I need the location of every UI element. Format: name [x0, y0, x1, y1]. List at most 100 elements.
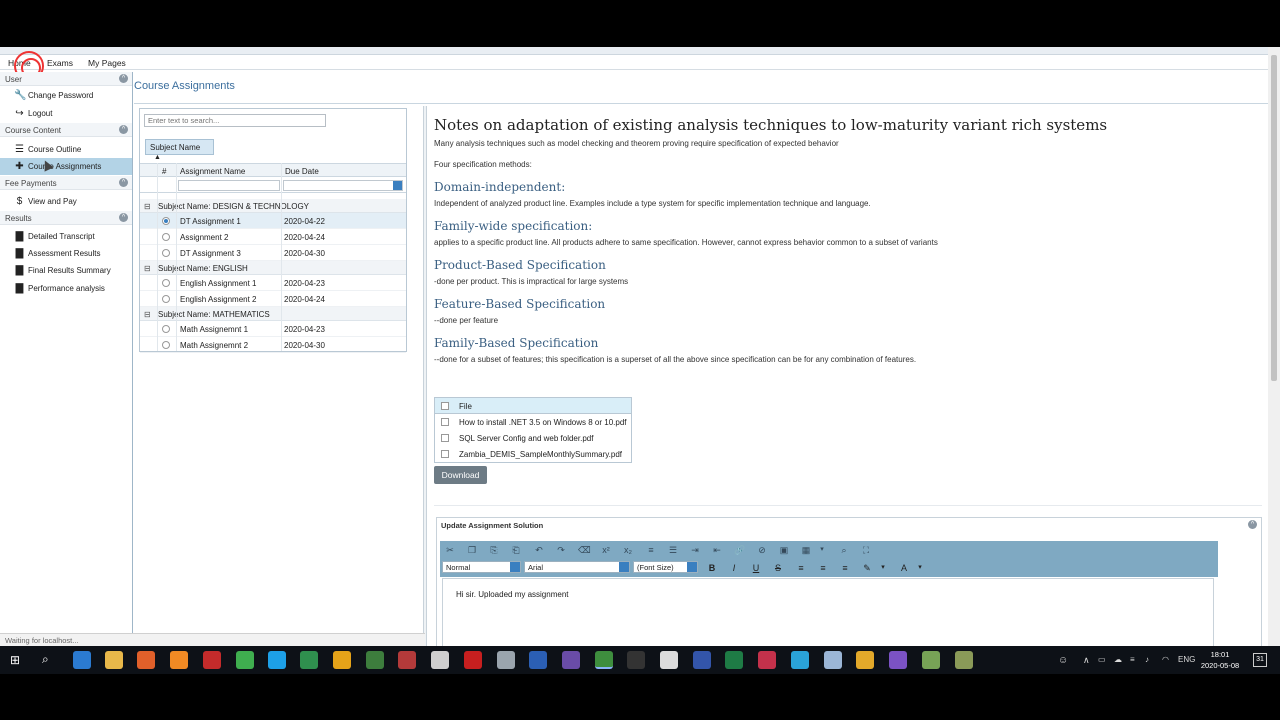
group-row[interactable]: ⊟ Subject Name: ENGLISH — [140, 261, 406, 275]
name-filter-input[interactable] — [178, 180, 280, 191]
sidebar-section-fee-payments[interactable]: Fee Payments ^ — [0, 176, 132, 190]
file-name[interactable]: How to install .NET 3.5 on Windows 8 or … — [459, 418, 627, 427]
indent-icon[interactable]: ⇥ — [689, 544, 701, 556]
table-row[interactable]: English Assignment 2 2020-04-24 — [140, 291, 406, 307]
redo-icon[interactable]: ↷ — [555, 544, 567, 556]
search-input[interactable] — [144, 114, 326, 127]
undo-icon[interactable]: ↶ — [533, 544, 545, 556]
speaker-icon[interactable]: ♪ — [1145, 655, 1149, 664]
app-icon[interactable] — [824, 651, 842, 669]
dropdown-icon[interactable]: ▾ — [818, 544, 826, 556]
ordered-list-icon[interactable]: ≡ — [645, 544, 657, 556]
paste-special-icon[interactable]: ⎗ — [510, 544, 522, 556]
app-icon[interactable] — [922, 651, 940, 669]
sidebar-item-final-results-summary[interactable]: ▇ Final Results Summary — [0, 262, 132, 279]
file-checkbox[interactable] — [441, 418, 449, 426]
table-row[interactable]: English Assignment 1 2020-04-23 — [140, 275, 406, 291]
unlink-icon[interactable]: ⊘ — [756, 544, 768, 556]
dropdown-icon[interactable]: ▾ — [877, 562, 889, 574]
collapse-icon[interactable]: ⊟ — [144, 264, 151, 273]
app-icon[interactable] — [693, 651, 711, 669]
underline-button[interactable]: U — [750, 562, 762, 574]
clock[interactable]: 18:01 2020-05-08 — [1200, 649, 1240, 671]
row-radio[interactable] — [162, 341, 170, 349]
windows-start-icon[interactable]: ⊞ — [10, 653, 20, 667]
font-color-button[interactable]: A — [898, 562, 910, 574]
italic-button[interactable]: I — [728, 562, 740, 574]
row-radio[interactable] — [162, 233, 170, 241]
pdf-icon[interactable] — [464, 651, 482, 669]
table-icon[interactable]: ▦ — [800, 544, 812, 556]
row-radio[interactable] — [162, 325, 170, 333]
collapse-icon[interactable]: ^ — [119, 213, 128, 222]
file-name[interactable]: SQL Server Config and web folder.pdf — [459, 434, 593, 443]
dropdown-icon[interactable] — [687, 562, 697, 572]
app-icon[interactable] — [791, 651, 809, 669]
fullscreen-icon[interactable]: ⛶ — [860, 544, 872, 556]
bold-button[interactable]: B — [706, 562, 718, 574]
sidebar-section-user[interactable]: User ^ — [0, 72, 132, 86]
group-row[interactable]: ⊟ Subject Name: DESIGN & TECHNOLOGY — [140, 199, 406, 213]
network-icon[interactable]: ≡ — [1130, 655, 1135, 664]
file-row[interactable]: How to install .NET 3.5 on Windows 8 or … — [435, 414, 631, 430]
app-icon[interactable] — [856, 651, 874, 669]
terminal-icon[interactable] — [627, 651, 645, 669]
notification-icon[interactable]: 31 — [1253, 653, 1267, 667]
wifi-icon[interactable]: ◠ — [1162, 655, 1169, 664]
dropdown-icon[interactable] — [510, 562, 520, 572]
visual-studio-icon[interactable] — [889, 651, 907, 669]
chrome-icon[interactable] — [595, 651, 613, 669]
dropdown-icon[interactable]: ▾ — [914, 562, 926, 574]
whatsapp-icon[interactable] — [236, 651, 254, 669]
collapse-icon[interactable]: ^ — [119, 125, 128, 134]
sidebar-item-detailed-transcript[interactable]: ▇ Detailed Transcript — [0, 228, 132, 245]
menu-my-pages[interactable]: My Pages — [88, 58, 126, 68]
align-center-icon[interactable]: ≡ — [817, 562, 829, 574]
app-icon[interactable] — [73, 651, 91, 669]
sidebar-item-assessment-results[interactable]: ▇ Assessment Results — [0, 245, 132, 262]
sidebar-item-course-outline[interactable]: ☰ Course Outline — [0, 141, 132, 158]
app-icon[interactable] — [562, 651, 580, 669]
file-name[interactable]: Zambia_DEMIS_SampleMonthlySummary.pdf — [459, 450, 622, 459]
table-row[interactable]: Math Assignemnt 1 2020-04-23 — [140, 321, 406, 337]
col-header-due[interactable]: Due Date — [285, 167, 319, 176]
bullet-list-icon[interactable]: ☰ — [667, 544, 679, 556]
image-icon[interactable]: ▣ — [778, 544, 790, 556]
table-row[interactable]: Assignment 2 2020-04-24 — [140, 229, 406, 245]
app-icon[interactable] — [170, 651, 188, 669]
sidebar-item-course-assignments[interactable]: ✚ Course Assignments — [0, 158, 132, 175]
app-icon[interactable] — [203, 651, 221, 669]
pane-splitter[interactable] — [423, 106, 427, 646]
app-icon[interactable] — [300, 651, 318, 669]
download-button[interactable]: Download — [434, 466, 487, 484]
solution-editor[interactable]: Hi sir. Uploaded my assignment — [442, 578, 1214, 646]
outdent-icon[interactable]: ⇤ — [711, 544, 723, 556]
word-icon[interactable] — [529, 651, 547, 669]
language-indicator[interactable]: ENG — [1178, 655, 1195, 664]
gear-icon[interactable] — [431, 651, 449, 669]
file-row[interactable]: SQL Server Config and web folder.pdf — [435, 430, 631, 446]
select-all-checkbox[interactable] — [441, 402, 449, 410]
sidebar-item-change-password[interactable]: 🔧 Change Password — [0, 87, 132, 104]
sidebar-item-view-and-pay[interactable]: $ View and Pay — [0, 193, 132, 210]
app-icon[interactable] — [333, 651, 351, 669]
paste-icon[interactable]: ⎘ — [488, 544, 500, 556]
copy-icon[interactable]: ❐ — [466, 544, 478, 556]
group-by-subject-button[interactable]: Subject Name ▲ — [145, 139, 214, 161]
app-icon[interactable] — [398, 651, 416, 669]
battery-icon[interactable]: ▭ — [1098, 655, 1106, 664]
calculator-icon[interactable] — [660, 651, 678, 669]
due-filter-input[interactable] — [283, 180, 403, 191]
collapse-icon[interactable]: ^ — [119, 74, 128, 83]
people-icon[interactable]: ☺ — [1058, 655, 1068, 666]
file-checkbox[interactable] — [441, 450, 449, 458]
chevron-up-icon[interactable]: ∧ — [1083, 655, 1090, 666]
folder-icon[interactable] — [105, 651, 123, 669]
dropdown-icon[interactable] — [393, 181, 402, 190]
align-left-icon[interactable]: ≡ — [795, 562, 807, 574]
sidebar-section-results[interactable]: Results ^ — [0, 211, 132, 225]
sidebar-section-course-content[interactable]: Course Content ^ — [0, 123, 132, 137]
collapse-icon[interactable]: ⊟ — [144, 310, 151, 319]
row-radio[interactable] — [162, 295, 170, 303]
menu-exams[interactable]: Exams — [47, 58, 73, 68]
